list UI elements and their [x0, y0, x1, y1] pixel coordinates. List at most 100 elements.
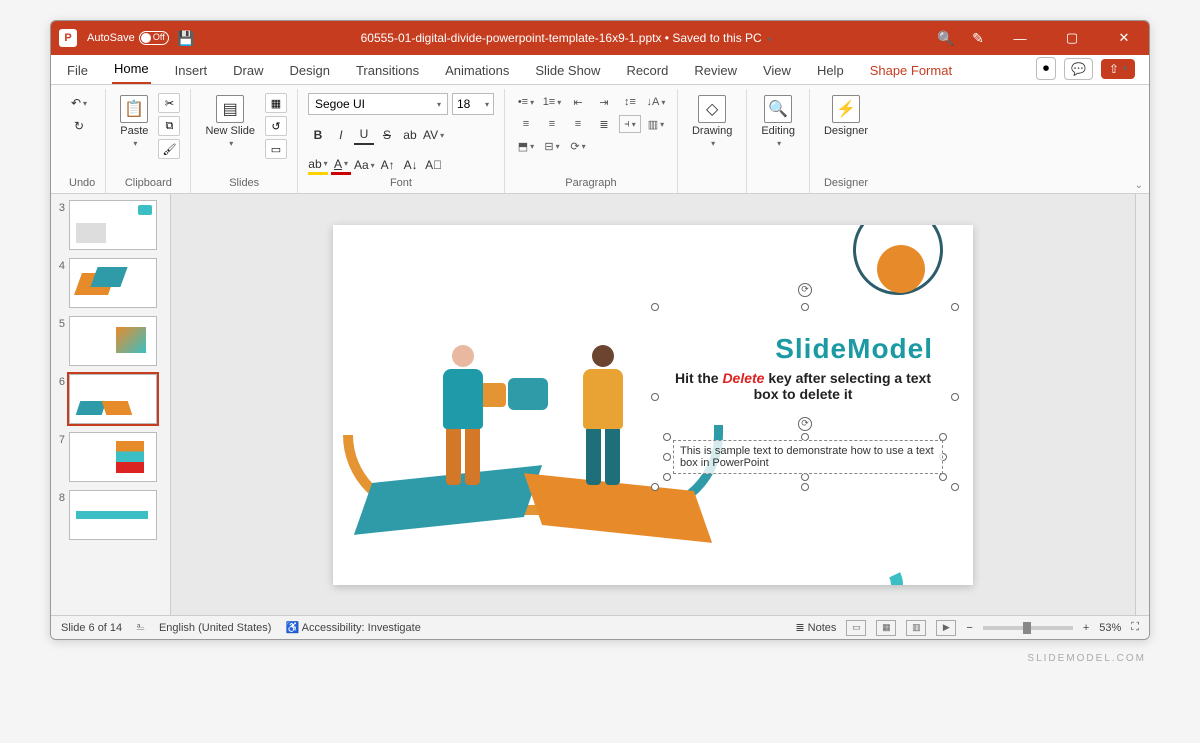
menu-review[interactable]: Review — [692, 59, 739, 84]
resize-handle[interactable] — [951, 483, 959, 491]
vertical-scrollbar[interactable] — [1135, 194, 1149, 615]
copy-button[interactable]: ⧉ — [158, 116, 180, 136]
editing-button[interactable]: 🔍 Editing▾ — [757, 93, 799, 150]
italic-button[interactable]: I — [331, 125, 351, 145]
bullets-button[interactable]: •≡▾ — [515, 93, 537, 111]
shadow-button[interactable]: ab — [400, 125, 420, 145]
spellcheck-icon[interactable]: ⎁ — [136, 621, 145, 634]
layout-button[interactable]: ▦ — [265, 93, 287, 113]
font-name-select[interactable]: Segoe UI▾ — [308, 93, 448, 115]
thumbnail-panel[interactable]: 3 4 5 6 7 8 — [51, 194, 171, 615]
zoom-level[interactable]: 53% — [1099, 622, 1121, 634]
character-spacing-button[interactable]: AV▾ — [423, 125, 444, 145]
menu-draw[interactable]: Draw — [231, 59, 265, 84]
underline-button[interactable]: U — [354, 125, 374, 145]
fit-window-button[interactable]: ⛶ — [1131, 621, 1139, 634]
thumbnail-7[interactable] — [69, 432, 157, 482]
redo-button[interactable]: ↻ — [69, 116, 89, 136]
resize-handle[interactable] — [951, 303, 959, 311]
reading-view-button[interactable]: ▥ — [906, 620, 926, 636]
accessibility-status[interactable]: ♿ Accessibility: Investigate — [285, 621, 420, 634]
draw-tool-icon[interactable]: ✎ — [971, 31, 985, 45]
resize-handle[interactable] — [801, 483, 809, 491]
menu-record[interactable]: Record — [624, 59, 670, 84]
slide-canvas[interactable]: ⟳ SlideModel Hit the Delete key after se… — [171, 194, 1135, 615]
collapse-ribbon-button[interactable]: ⌄ — [1135, 180, 1143, 191]
menu-insert[interactable]: Insert — [173, 59, 210, 84]
resize-handle[interactable] — [651, 393, 659, 401]
cut-button[interactable]: ✂ — [158, 93, 180, 113]
resize-handle[interactable] — [663, 433, 671, 441]
menu-view[interactable]: View — [761, 59, 793, 84]
resize-handle[interactable] — [651, 303, 659, 311]
change-case-button[interactable]: Aa▾ — [354, 155, 375, 175]
font-color-button[interactable]: A▾ — [331, 155, 351, 175]
resize-handle[interactable] — [651, 483, 659, 491]
menu-transitions[interactable]: Transitions — [354, 59, 421, 84]
maximize-button[interactable]: ▢ — [1055, 26, 1089, 50]
comments-button[interactable]: 💬 — [1064, 58, 1093, 80]
indent-right-button[interactable]: ⇥ — [593, 93, 615, 111]
highlight-button[interactable]: ab▾ — [308, 155, 328, 175]
justify-button[interactable]: ≣ — [593, 115, 615, 133]
zoom-slider[interactable] — [983, 626, 1073, 630]
thumbnail-6[interactable] — [69, 374, 157, 424]
menu-file[interactable]: File — [65, 59, 90, 84]
indent-left-button[interactable]: ⇤ — [567, 93, 589, 111]
camera-button[interactable]: ⏺ — [1036, 57, 1056, 80]
save-icon[interactable]: 💾 — [179, 31, 193, 45]
rotate-handle-icon[interactable]: ⟳ — [798, 417, 812, 431]
font-size-select[interactable]: 18▾ — [452, 93, 494, 115]
close-button[interactable]: ✕ — [1107, 26, 1141, 50]
autosave-toggle[interactable]: AutoSave Off — [87, 31, 169, 45]
zoom-out-button[interactable]: − — [966, 622, 972, 634]
resize-handle[interactable] — [951, 393, 959, 401]
align-right-button[interactable]: ≡ — [567, 115, 589, 133]
minimize-button[interactable]: — — [1003, 26, 1037, 50]
menu-home[interactable]: Home — [112, 57, 151, 84]
new-slide-button[interactable]: ▤ New Slide▾ — [201, 93, 259, 150]
menu-shape-format[interactable]: Shape Format — [868, 59, 954, 84]
search-icon[interactable]: 🔍 — [939, 31, 953, 45]
notes-button[interactable]: ≣ Notes — [795, 621, 836, 634]
columns-button[interactable]: ▥▾ — [645, 115, 667, 133]
toggle-switch[interactable]: Off — [139, 31, 169, 45]
rotate-handle-icon[interactable]: ⟳ — [798, 283, 812, 297]
thumbnail-5[interactable] — [69, 316, 157, 366]
thumbnail-4[interactable] — [69, 258, 157, 308]
reset-button[interactable]: ↺ — [265, 116, 287, 136]
menu-design[interactable]: Design — [288, 59, 332, 84]
designer-button[interactable]: ⚡ Designer — [820, 93, 872, 139]
normal-view-button[interactable]: ▭ — [846, 620, 866, 636]
line-spacing-button[interactable]: ↕≡ — [619, 93, 641, 111]
slide[interactable]: ⟳ SlideModel Hit the Delete key after se… — [333, 225, 973, 585]
slide-title[interactable]: SlideModel — [775, 333, 933, 365]
drawing-button[interactable]: ◇ Drawing▾ — [688, 93, 736, 150]
numbering-button[interactable]: 1≡▾ — [541, 93, 563, 111]
shrink-font-button[interactable]: A↓ — [401, 155, 421, 175]
clear-format-button[interactable]: A⃠ — [424, 155, 444, 175]
slide-subtitle[interactable]: Hit the Delete key after selecting a tex… — [663, 370, 943, 402]
strikethrough-button[interactable]: S — [377, 125, 397, 145]
thumbnail-3[interactable] — [69, 200, 157, 250]
slideshow-view-button[interactable]: ▶ — [936, 620, 956, 636]
resize-handle[interactable] — [801, 303, 809, 311]
bold-button[interactable]: B — [308, 125, 328, 145]
align-center-button[interactable]: ≡ — [541, 115, 563, 133]
share-button[interactable]: ⇧▾ — [1101, 59, 1135, 79]
zoom-in-button[interactable]: + — [1083, 622, 1089, 634]
language-status[interactable]: English (United States) — [159, 622, 272, 634]
convert-button[interactable]: ⟳▾ — [567, 137, 589, 155]
menu-slideshow[interactable]: Slide Show — [533, 59, 602, 84]
resize-handle[interactable] — [663, 453, 671, 461]
format-painter-button[interactable]: 🖌 — [158, 139, 180, 159]
align-left-button[interactable]: ≡ — [515, 115, 537, 133]
section-button[interactable]: ▭ — [265, 139, 287, 159]
thumbnail-8[interactable] — [69, 490, 157, 540]
resize-handle[interactable] — [663, 473, 671, 481]
resize-handle[interactable] — [801, 473, 809, 481]
resize-handle[interactable] — [939, 473, 947, 481]
smartart-button[interactable]: ⬒▾ — [515, 137, 537, 155]
sorter-view-button[interactable]: ▦ — [876, 620, 896, 636]
menu-help[interactable]: Help — [815, 59, 846, 84]
